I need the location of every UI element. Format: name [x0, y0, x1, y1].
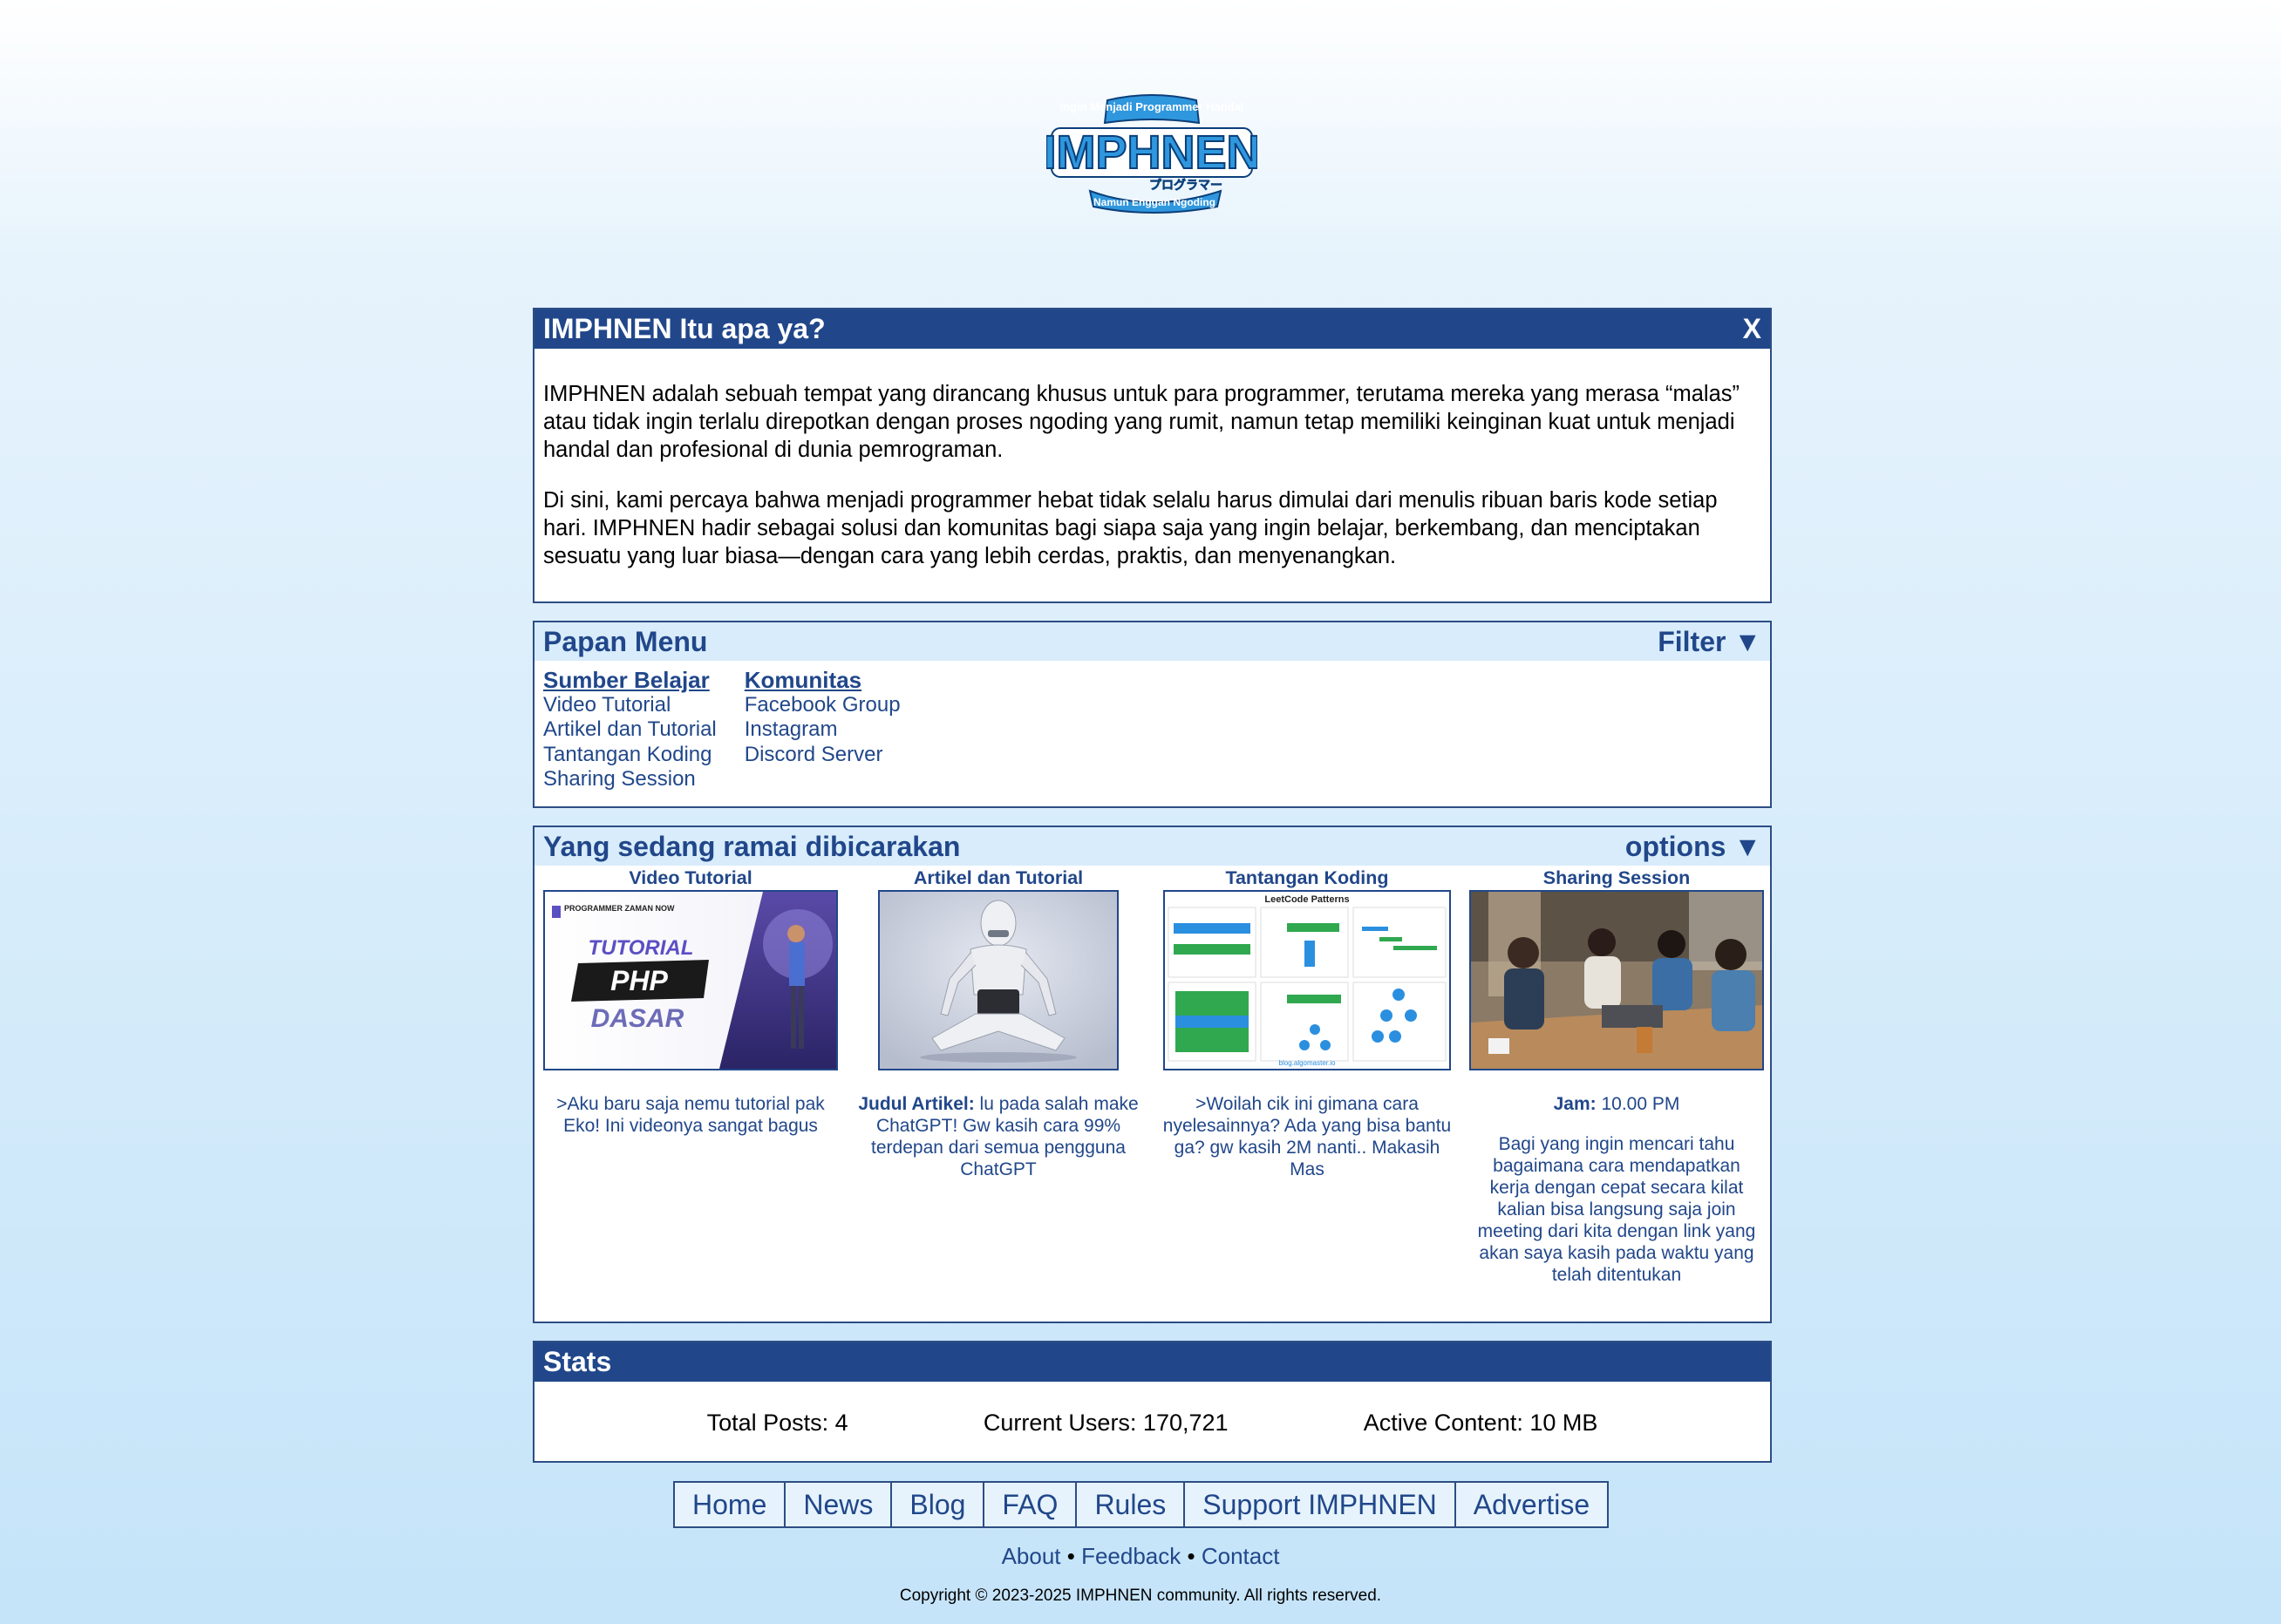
trending-title: Yang sedang ramai dibicarakan [543, 830, 961, 862]
trending-card-video[interactable]: Video Tutorial PROGRAMMER ZAMAN NOW TUTO… [543, 866, 838, 1137]
artikel-thumbnail[interactable] [878, 890, 1119, 1070]
menu-title: Papan Menu [543, 625, 708, 657]
footer-links: About • Feedback • Contact [0, 1543, 2281, 1570]
menu-item-discord-server[interactable]: Discord Server [745, 743, 901, 768]
trending-card-koding[interactable]: Tantangan Koding LeetCode Patterns blog.… [1160, 866, 1454, 1180]
menu-column-komunitas: Komunitas Facebook Group Instagram Disco… [745, 668, 901, 792]
video-thumb-line1: TUTORIAL [589, 936, 694, 960]
video-thumb-line3: DASAR [591, 1004, 684, 1033]
close-button[interactable]: X [1743, 313, 1761, 345]
menu-item-artikel-tutorial[interactable]: Artikel dan Tutorial [543, 717, 717, 743]
about-paragraph-1: IMPHNEN adalah sebuah tempat yang diranc… [543, 382, 1740, 462]
footer-about-link[interactable]: About [1002, 1543, 1061, 1569]
trending-card-desc: Judul Artikel: lu pada salah make ChatGP… [851, 1093, 1146, 1180]
menu-header: Papan Menu Filter ▼ [535, 622, 1770, 661]
trending-card-desc: >Woilah cik ini gimana cara nyelesainnya… [1162, 1094, 1452, 1179]
menu-item-video-tutorial[interactable]: Video Tutorial [543, 693, 717, 718]
about-paragraph-2: Di sini, kami percaya bahwa menjadi prog… [543, 488, 1718, 568]
trending-panel: Yang sedang ramai dibicarakan options ▼ … [533, 826, 1772, 1323]
menu-item-facebook-group[interactable]: Facebook Group [745, 693, 901, 718]
stats-panel: Stats Total Posts: 4 Current Users: 170,… [533, 1341, 1772, 1463]
stat-active-content: Active Content: 10 MB [1363, 1409, 1598, 1436]
logo-jp-text: プログラマー [1149, 178, 1222, 193]
menu-heading-sumber-belajar[interactable]: Sumber Belajar [543, 668, 717, 693]
nav-advertise[interactable]: Advertise [1456, 1483, 1607, 1526]
nav-faq[interactable]: FAQ [984, 1483, 1078, 1526]
nav-blog[interactable]: Blog [892, 1483, 985, 1526]
main-nav: Home News Blog FAQ Rules Support IMPHNEN… [673, 1481, 1610, 1528]
nav-news[interactable]: News [786, 1483, 893, 1526]
stat-total-posts: Total Posts: 4 [706, 1409, 848, 1436]
footer-feedback-link[interactable]: Feedback [1081, 1543, 1181, 1569]
about-panel: IMPHNEN Itu apa ya? X IMPHNEN adalah seb… [533, 308, 1772, 603]
nav-home[interactable]: Home [675, 1483, 786, 1526]
koding-thumb-title: LeetCode Patterns [1264, 894, 1349, 905]
artikel-label: Judul Artikel: [858, 1094, 975, 1114]
menu-panel: Papan Menu Filter ▼ Sumber Belajar Video… [533, 621, 1772, 808]
options-dropdown[interactable]: options ▼ [1625, 831, 1761, 863]
video-thumbnail[interactable]: PROGRAMMER ZAMAN NOW TUTORIAL PHP DASAR [543, 890, 838, 1070]
koding-thumb-footer: blog.algomaster.io [1279, 1059, 1336, 1067]
copyright: Copyright © 2023-2025 IMPHNEN community.… [899, 1587, 1382, 1605]
about-title: IMPHNEN Itu apa ya? [543, 313, 826, 344]
trending-header: Yang sedang ramai dibicarakan options ▼ [535, 827, 1770, 866]
jam-label: Jam: [1553, 1094, 1597, 1114]
logo-top-text: Ingin Menjadi Programmer Handal [1060, 100, 1244, 113]
menu-item-tantangan-koding[interactable]: Tantangan Koding [543, 743, 717, 768]
footer-separator: • [1060, 1543, 1082, 1569]
trending-card-title: Tantangan Koding [1225, 867, 1389, 888]
filter-dropdown[interactable]: Filter ▼ [1658, 626, 1761, 658]
trending-card-title: Sharing Session [1542, 867, 1691, 888]
stats-header: Stats [535, 1342, 1770, 1382]
logo-bottom-text: Namun Enggan Ngoding [1093, 196, 1215, 208]
trending-card-sharing[interactable]: Sharing Session Jam: 10.00 PM Bagi yang … [1469, 866, 1764, 1286]
about-body: IMPHNEN adalah sebuah tempat yang diranc… [535, 349, 1770, 570]
trending-card-desc: >Aku baru saja nemu tutorial pak Eko! In… [556, 1094, 825, 1136]
about-header: IMPHNEN Itu apa ya? X [535, 309, 1770, 349]
menu-column-sumber-belajar: Sumber Belajar Video Tutorial Artikel da… [543, 668, 717, 792]
nav-support[interactable]: Support IMPHNEN [1185, 1483, 1456, 1526]
trending-card-artikel[interactable]: Artikel dan Tutorial Judul Artikel: lu p… [851, 866, 1146, 1180]
trending-card-desc: Bagi yang ingin mencari tahu bagaimana c… [1477, 1134, 1756, 1285]
trending-card-title: Video Tutorial [629, 867, 752, 888]
sharing-thumbnail[interactable] [1469, 890, 1764, 1070]
imphnen-logo[interactable]: Ingin Menjadi Programmer Handal IMPHNEN … [1042, 92, 1262, 214]
footer-separator: • [1181, 1543, 1202, 1569]
video-thumb-brand: PROGRAMMER ZAMAN NOW [564, 904, 675, 913]
jam-value: 10.00 PM [1596, 1094, 1680, 1114]
koding-thumbnail[interactable]: LeetCode Patterns blog.algomaster.io [1163, 890, 1451, 1070]
sharing-time: Jam: 10.00 PM [1469, 1093, 1764, 1115]
stats-title: Stats [543, 1346, 612, 1377]
menu-heading-komunitas[interactable]: Komunitas [745, 668, 901, 693]
menu-item-instagram[interactable]: Instagram [745, 717, 901, 743]
stat-current-users: Current Users: 170,721 [983, 1409, 1229, 1436]
logo-main-text: IMPHNEN [1046, 126, 1257, 179]
footer-contact-link[interactable]: Contact [1202, 1543, 1280, 1569]
video-thumb-line2: PHP [610, 965, 668, 996]
menu-item-sharing-session[interactable]: Sharing Session [543, 767, 717, 792]
trending-card-title: Artikel dan Tutorial [913, 867, 1084, 888]
nav-rules[interactable]: Rules [1077, 1483, 1186, 1526]
